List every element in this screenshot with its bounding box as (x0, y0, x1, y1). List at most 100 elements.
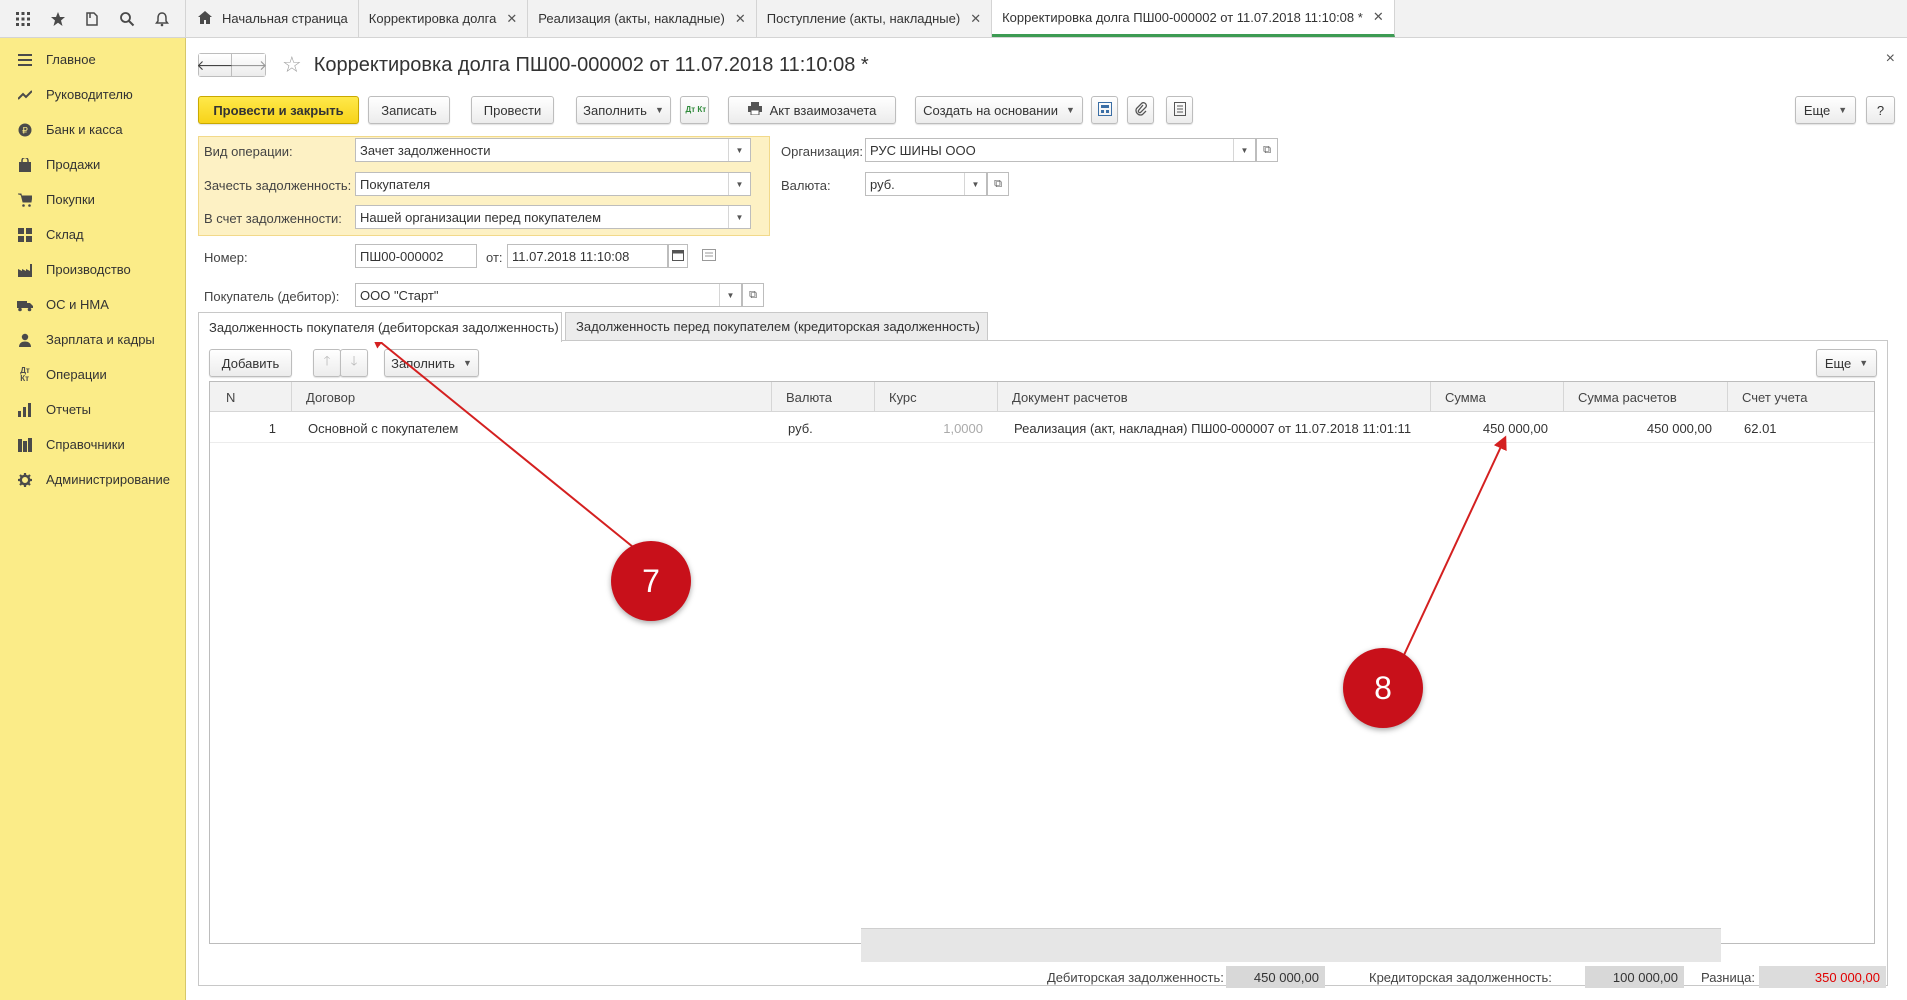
number-label: Номер: (204, 250, 248, 265)
bell-icon[interactable] (150, 7, 174, 31)
offset-debt-field[interactable]: Покупателя ▼ (355, 172, 751, 196)
button-label: Создать на основании (923, 102, 1058, 118)
back-button[interactable]: 🡐 (198, 53, 234, 77)
tab-receipt-docs[interactable]: Поступление (акты, накладные) ✕ (756, 0, 993, 37)
tab-sales-docs[interactable]: Реализация (акты, накладные) ✕ (528, 0, 757, 37)
sidebar-item-director[interactable]: Руководителю (0, 77, 185, 112)
chevron-down-icon[interactable]: ▼ (1233, 139, 1255, 161)
sidebar-item-purchases[interactable]: Покупки (0, 182, 185, 217)
history-icon[interactable] (80, 7, 104, 31)
attach-button[interactable] (1127, 96, 1154, 124)
sidebar-item-references[interactable]: Справочники (0, 427, 185, 462)
button-label: Провести (483, 102, 542, 118)
column-header[interactable]: Сумма (1431, 382, 1564, 412)
sidebar-item-sales[interactable]: Продажи (0, 147, 185, 182)
dt-kt-button[interactable]: Дт Кт (680, 96, 709, 124)
account-cell[interactable]: 62.01 (1744, 413, 1777, 443)
chevron-down-icon[interactable]: ▼ (728, 139, 750, 161)
close-icon[interactable]: ✕ (970, 11, 981, 27)
sidebar-item-admin[interactable]: Администрирование (0, 462, 185, 497)
column-header[interactable]: Сумма расчетов (1564, 382, 1728, 412)
field-value: 11.07.2018 11:10:08 (512, 248, 630, 264)
tab-label: Задолженность перед покупателем (кредито… (576, 319, 980, 334)
structure-button[interactable] (1091, 96, 1118, 124)
sidebar-item-bank[interactable]: ₽ Банк и касса (0, 112, 185, 147)
move-up-button[interactable]: 🡑 (313, 349, 341, 377)
amount-cell[interactable]: 450 000,00 (1431, 413, 1548, 443)
table-more-button[interactable]: Еще ▼ (1816, 349, 1877, 377)
currency-cell[interactable]: руб. (788, 413, 813, 443)
person-icon (16, 331, 34, 349)
chevron-down-icon[interactable]: ▼ (719, 284, 741, 306)
tab-label: Корректировка долга (368, 11, 497, 26)
column-header[interactable]: Курс (875, 382, 998, 412)
tab-debt-correction[interactable]: Корректировка долга ✕ (358, 0, 529, 37)
against-debt-field[interactable]: Нашей организации перед покупателем ▼ (355, 205, 751, 229)
offset-act-button[interactable]: Акт взаимозачета (728, 96, 896, 124)
help-button[interactable]: ? (1866, 96, 1895, 124)
post-button[interactable]: Провести (471, 96, 554, 124)
open-organization-button[interactable]: ⧉ (1256, 138, 1278, 162)
favorite-star-icon[interactable]: ☆ (282, 52, 302, 78)
open-currency-button[interactable]: ⧉ (987, 172, 1009, 196)
table-row[interactable]: 1 Основной с покупателем руб. 1,0000 Реа… (210, 413, 1874, 443)
chevron-down-icon[interactable]: ▼ (728, 173, 750, 195)
date-field[interactable]: 11.07.2018 11:10:08 (507, 244, 668, 268)
column-header[interactable]: N (210, 382, 292, 412)
close-icon[interactable]: ✕ (1373, 9, 1384, 25)
column-header[interactable]: Валюта (772, 382, 875, 412)
star-icon[interactable] (46, 7, 70, 31)
more-button[interactable]: Еще ▼ (1795, 96, 1856, 124)
search-icon[interactable] (115, 7, 139, 31)
create-based-on-button[interactable]: Создать на основании ▼ (915, 96, 1083, 124)
bag-icon (16, 156, 34, 174)
report-button[interactable] (1166, 96, 1193, 124)
settlement-document-cell[interactable]: Реализация (акт, накладная) ПШ00-000007 … (1014, 413, 1411, 443)
chevron-down-icon[interactable]: ▼ (964, 173, 986, 195)
sidebar-item-assets[interactable]: ОС и НМА (0, 287, 185, 322)
sidebar-item-reports[interactable]: Отчеты (0, 392, 185, 427)
home-icon (198, 10, 212, 27)
post-and-close-button[interactable]: Провести и закрыть (198, 96, 359, 124)
sidebar-item-salary[interactable]: Зарплата и кадры (0, 322, 185, 357)
arrow-down-icon: 🡓 (350, 353, 358, 368)
sidebar-item-warehouse[interactable]: Склад (0, 217, 185, 252)
field-value: ООО "Старт" (360, 287, 439, 303)
column-header[interactable]: Договор (292, 382, 772, 412)
rate-cell[interactable]: 1,0000 (875, 413, 983, 443)
sidebar-item-label: Продажи (46, 157, 101, 172)
currency-field[interactable]: руб. ▼ (865, 172, 987, 196)
table-fill-button[interactable]: Заполнить ▼ (384, 349, 479, 377)
close-icon[interactable]: ✕ (735, 11, 746, 27)
chevron-down-icon[interactable]: ▼ (728, 206, 750, 228)
close-form-icon[interactable]: × (1886, 50, 1895, 68)
sidebar-item-production[interactable]: Производство (0, 252, 185, 287)
open-buyer-button[interactable]: ⧉ (742, 283, 764, 307)
tab-current-document[interactable]: Корректировка долга ПШ00-000002 от 11.07… (992, 0, 1395, 37)
table-header: N Договор Валюта Курс Документ расчетов … (210, 382, 1874, 412)
tab-payables[interactable]: Задолженность перед покупателем (кредито… (565, 312, 988, 340)
sidebar-item-main[interactable]: Главное (0, 42, 185, 77)
forward-button[interactable]: 🡒 (230, 53, 266, 77)
operation-type-field[interactable]: Зачет задолженности ▼ (355, 138, 751, 162)
organization-field[interactable]: РУС ШИНЫ ООО ▼ (865, 138, 1256, 162)
number-field[interactable]: ПШ00-000002 (355, 244, 477, 268)
save-button[interactable]: Записать (368, 96, 450, 124)
move-down-button[interactable]: 🡓 (340, 349, 368, 377)
comment-icon[interactable] (702, 248, 716, 264)
add-row-button[interactable]: Добавить (209, 349, 292, 377)
apps-grid-icon[interactable] (11, 7, 35, 31)
operation-type-label: Вид операции: (204, 144, 293, 159)
sidebar-item-operations[interactable]: Дт Кт Операции (0, 357, 185, 392)
page-title: Корректировка долга ПШ00-000002 от 11.07… (313, 53, 869, 76)
buyer-field[interactable]: ООО "Старт" ▼ (355, 283, 742, 307)
close-icon[interactable]: ✕ (506, 11, 517, 27)
settlement-amount-cell[interactable]: 450 000,00 (1564, 413, 1712, 443)
fill-button[interactable]: Заполнить ▼ (576, 96, 671, 124)
column-header[interactable]: Документ расчетов (998, 382, 1431, 412)
contract-cell[interactable]: Основной с покупателем (308, 413, 458, 443)
calendar-button[interactable] (668, 244, 688, 268)
tab-receivables[interactable]: Задолженность покупателя (дебиторская за… (198, 312, 562, 342)
column-header[interactable]: Счет учета (1728, 382, 1876, 412)
tab-home[interactable]: Начальная страница (186, 0, 359, 37)
